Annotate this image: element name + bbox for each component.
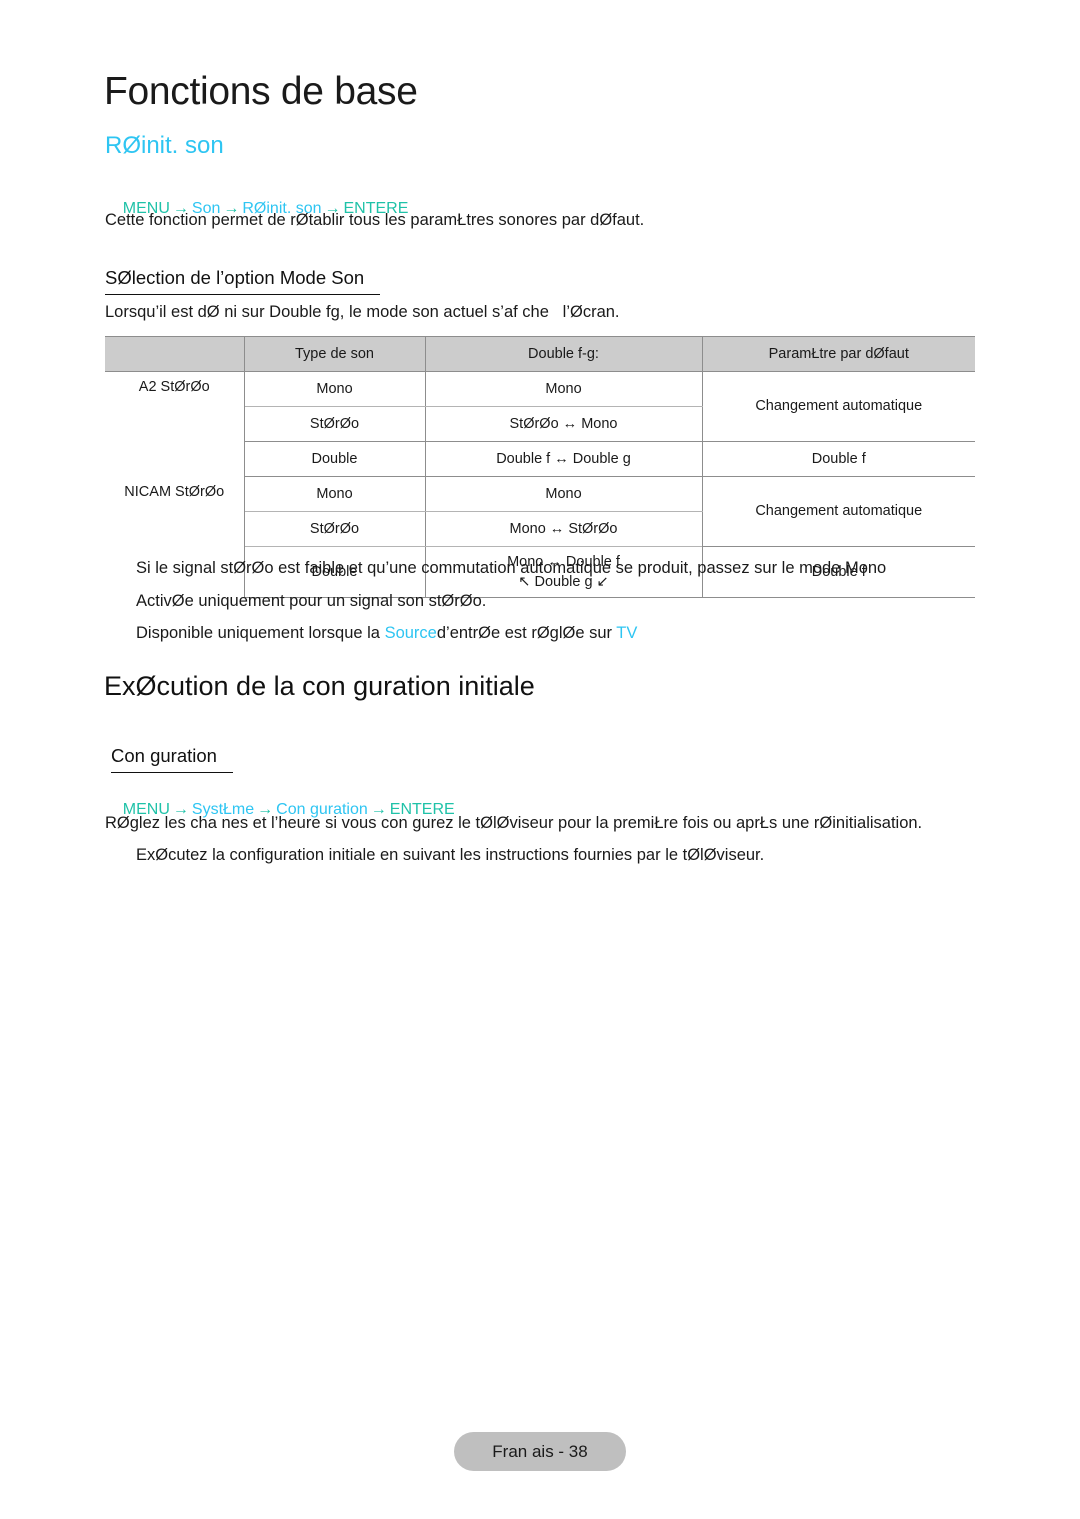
table-row: NICAM StØrØo Mono Mono Changement automa… [105,476,975,598]
table-cell-type: Double [244,441,426,477]
note-stereo-weak: Si le signal stØrØo est faible et qu’une… [136,559,887,577]
table-cell-default: Changement automatique [702,476,975,547]
table-header-cell-default: ParamŁtre par dØfaut [702,336,975,372]
table-cell-type: Mono [244,371,426,407]
initial-setup-paragraph-1: RØglez les cha nes et l’heure si vous co… [105,814,923,832]
table-cell-double: Mono [425,476,703,512]
table-cell-double: Mono ↔ StØrØo [425,511,703,547]
table-header-cell-double: Double f-g: [425,336,703,372]
table-header-cell-empty [105,336,245,372]
subheading-configuration: Con guration [111,744,233,773]
table-cell-double: Double f ↔ Double g [425,441,703,477]
table-cell-default: Changement automatique [702,371,975,442]
table-cell-type: Mono [244,476,426,512]
subheading-sound-mode: SØlection de l’option Mode Son [105,266,381,295]
note-source-middle: d’entrØe est rØglØe sur [436,624,617,642]
note-tv-highlight: TV [616,624,638,642]
footer-page-indicator: Fran ais - 38 [454,1432,626,1471]
note-source-prefix: Disponible uniquement lorsque la [136,624,385,642]
table-header-row: Type de son Double f-g: ParamŁtre par dØ… [105,336,975,372]
note-source-highlight: Source [384,624,437,642]
table-cell-default: Double f [702,441,975,477]
sound-mode-description: Lorsqu’il est dØ ni sur Double fg, le mo… [105,303,620,321]
page-title: Fonctions de base [104,70,418,113]
document-page: Fonctions de base RØinit. son MENU → Son → R… [0,0,1080,1519]
sound-reset-description: Cette fonction permet de rØtablir tous l… [105,211,645,229]
table-row: A2 StØrØo Mono Mono Changement automatiq… [105,371,975,477]
table-cell-group-a2: A2 StØrØo [105,371,245,477]
note-source-tv: Disponible uniquement lorsque la Sourced… [136,621,637,645]
table-cell-double: StØrØo ↔ Mono [425,406,703,442]
section-heading-initial-setup: ExØcution de la con guration initiale [104,671,535,701]
section-heading-sound-reset: RØinit. son [105,132,224,159]
table-header-cell-type: Type de son [244,336,426,372]
table-cell-double: Mono [425,371,703,407]
initial-setup-paragraph-2: ExØcutez la configuration initiale en su… [136,846,765,864]
table-cell-type: StØrØo [244,511,426,547]
note-activated-stereo: ActivØe uniquement pour un signal son st… [136,592,487,610]
table-cell-type: StØrØo [244,406,426,442]
